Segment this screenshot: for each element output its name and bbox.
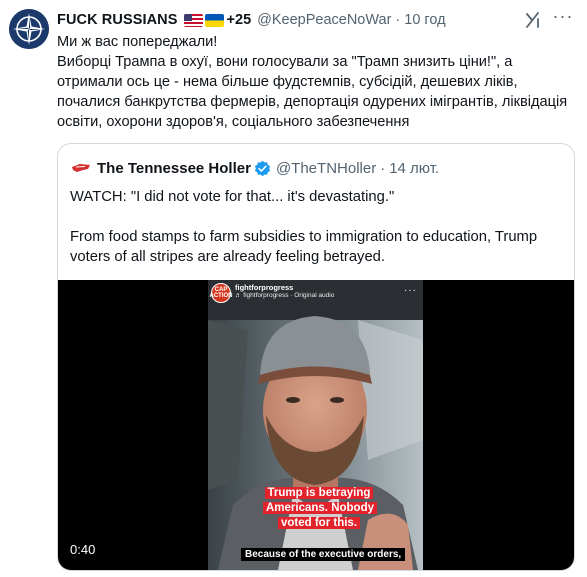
- quote-text: WATCH: "I did not vote for that... it's …: [70, 187, 564, 267]
- us-flag-icon: [183, 13, 203, 27]
- video-frame: CAP ACTION fightforprogress ♬ fightforpr…: [208, 280, 423, 570]
- author-avatar[interactable]: [9, 9, 49, 49]
- instagram-username: fightforprogress: [235, 283, 294, 292]
- red-caption: Trump is betraying Americans. Nobody vot…: [263, 486, 377, 531]
- video-timecode: 0:40: [70, 542, 96, 557]
- quote-time[interactable]: 14 лют.: [389, 160, 439, 177]
- author-flags: [183, 13, 224, 27]
- author-name[interactable]: FUCK RUSSIANS: [57, 12, 178, 28]
- quote-paragraph-2: From food stamps to farm subsidies to im…: [70, 229, 538, 265]
- quoted-tweet[interactable]: The Tennessee Holler @TheTNHoller · 14 л…: [57, 143, 575, 571]
- instagram-meta: fightforprogress ♬ fightforprogress · Or…: [235, 283, 334, 300]
- author-handle[interactable]: @KeepPeaceNoWar: [257, 12, 391, 28]
- quote-author-handle[interactable]: @TheTNHoller: [276, 160, 376, 177]
- more-icon[interactable]: ···: [551, 7, 575, 28]
- quote-avatar[interactable]: [71, 158, 91, 178]
- cap-action-logo: CAP ACTION: [210, 283, 233, 303]
- nato-star-avatar: [9, 9, 49, 49]
- separator-dot: ·: [395, 12, 401, 28]
- instagram-overlay: CAP ACTION fightforprogress ♬ fightforpr…: [210, 283, 334, 303]
- tweet-header: FUCK RUSSIANS +25 @KeepPeaceNoWar · 10 г…: [57, 10, 577, 30]
- verified-badge-icon: [254, 160, 271, 176]
- red-caption-text: Trump is betraying Americans. Nobody vot…: [263, 487, 377, 529]
- plus-count: +25: [226, 12, 252, 28]
- instagram-audio: ♬ fightforprogress · Original audio: [235, 292, 335, 299]
- video-subtitle: Because of the executive orders,: [241, 548, 406, 561]
- quote-separator-dot: ·: [380, 159, 386, 177]
- quote-paragraph-1: WATCH: "I did not vote for that... it's …: [70, 189, 395, 205]
- video-player[interactable]: CAP ACTION fightforprogress ♬ fightforpr…: [58, 280, 574, 570]
- grok-icon[interactable]: [523, 10, 543, 30]
- instagram-more-icon: ···: [404, 285, 417, 296]
- ukraine-flag-icon: [204, 13, 224, 27]
- tweet-time[interactable]: 10 год: [404, 12, 445, 28]
- tweet-text: Ми ж вас попереджали! Виборці Трампа в о…: [57, 34, 568, 130]
- quote-header: The Tennessee Holler @TheTNHoller · 14 л…: [71, 158, 564, 178]
- quote-author-name[interactable]: The Tennessee Holler: [97, 160, 251, 177]
